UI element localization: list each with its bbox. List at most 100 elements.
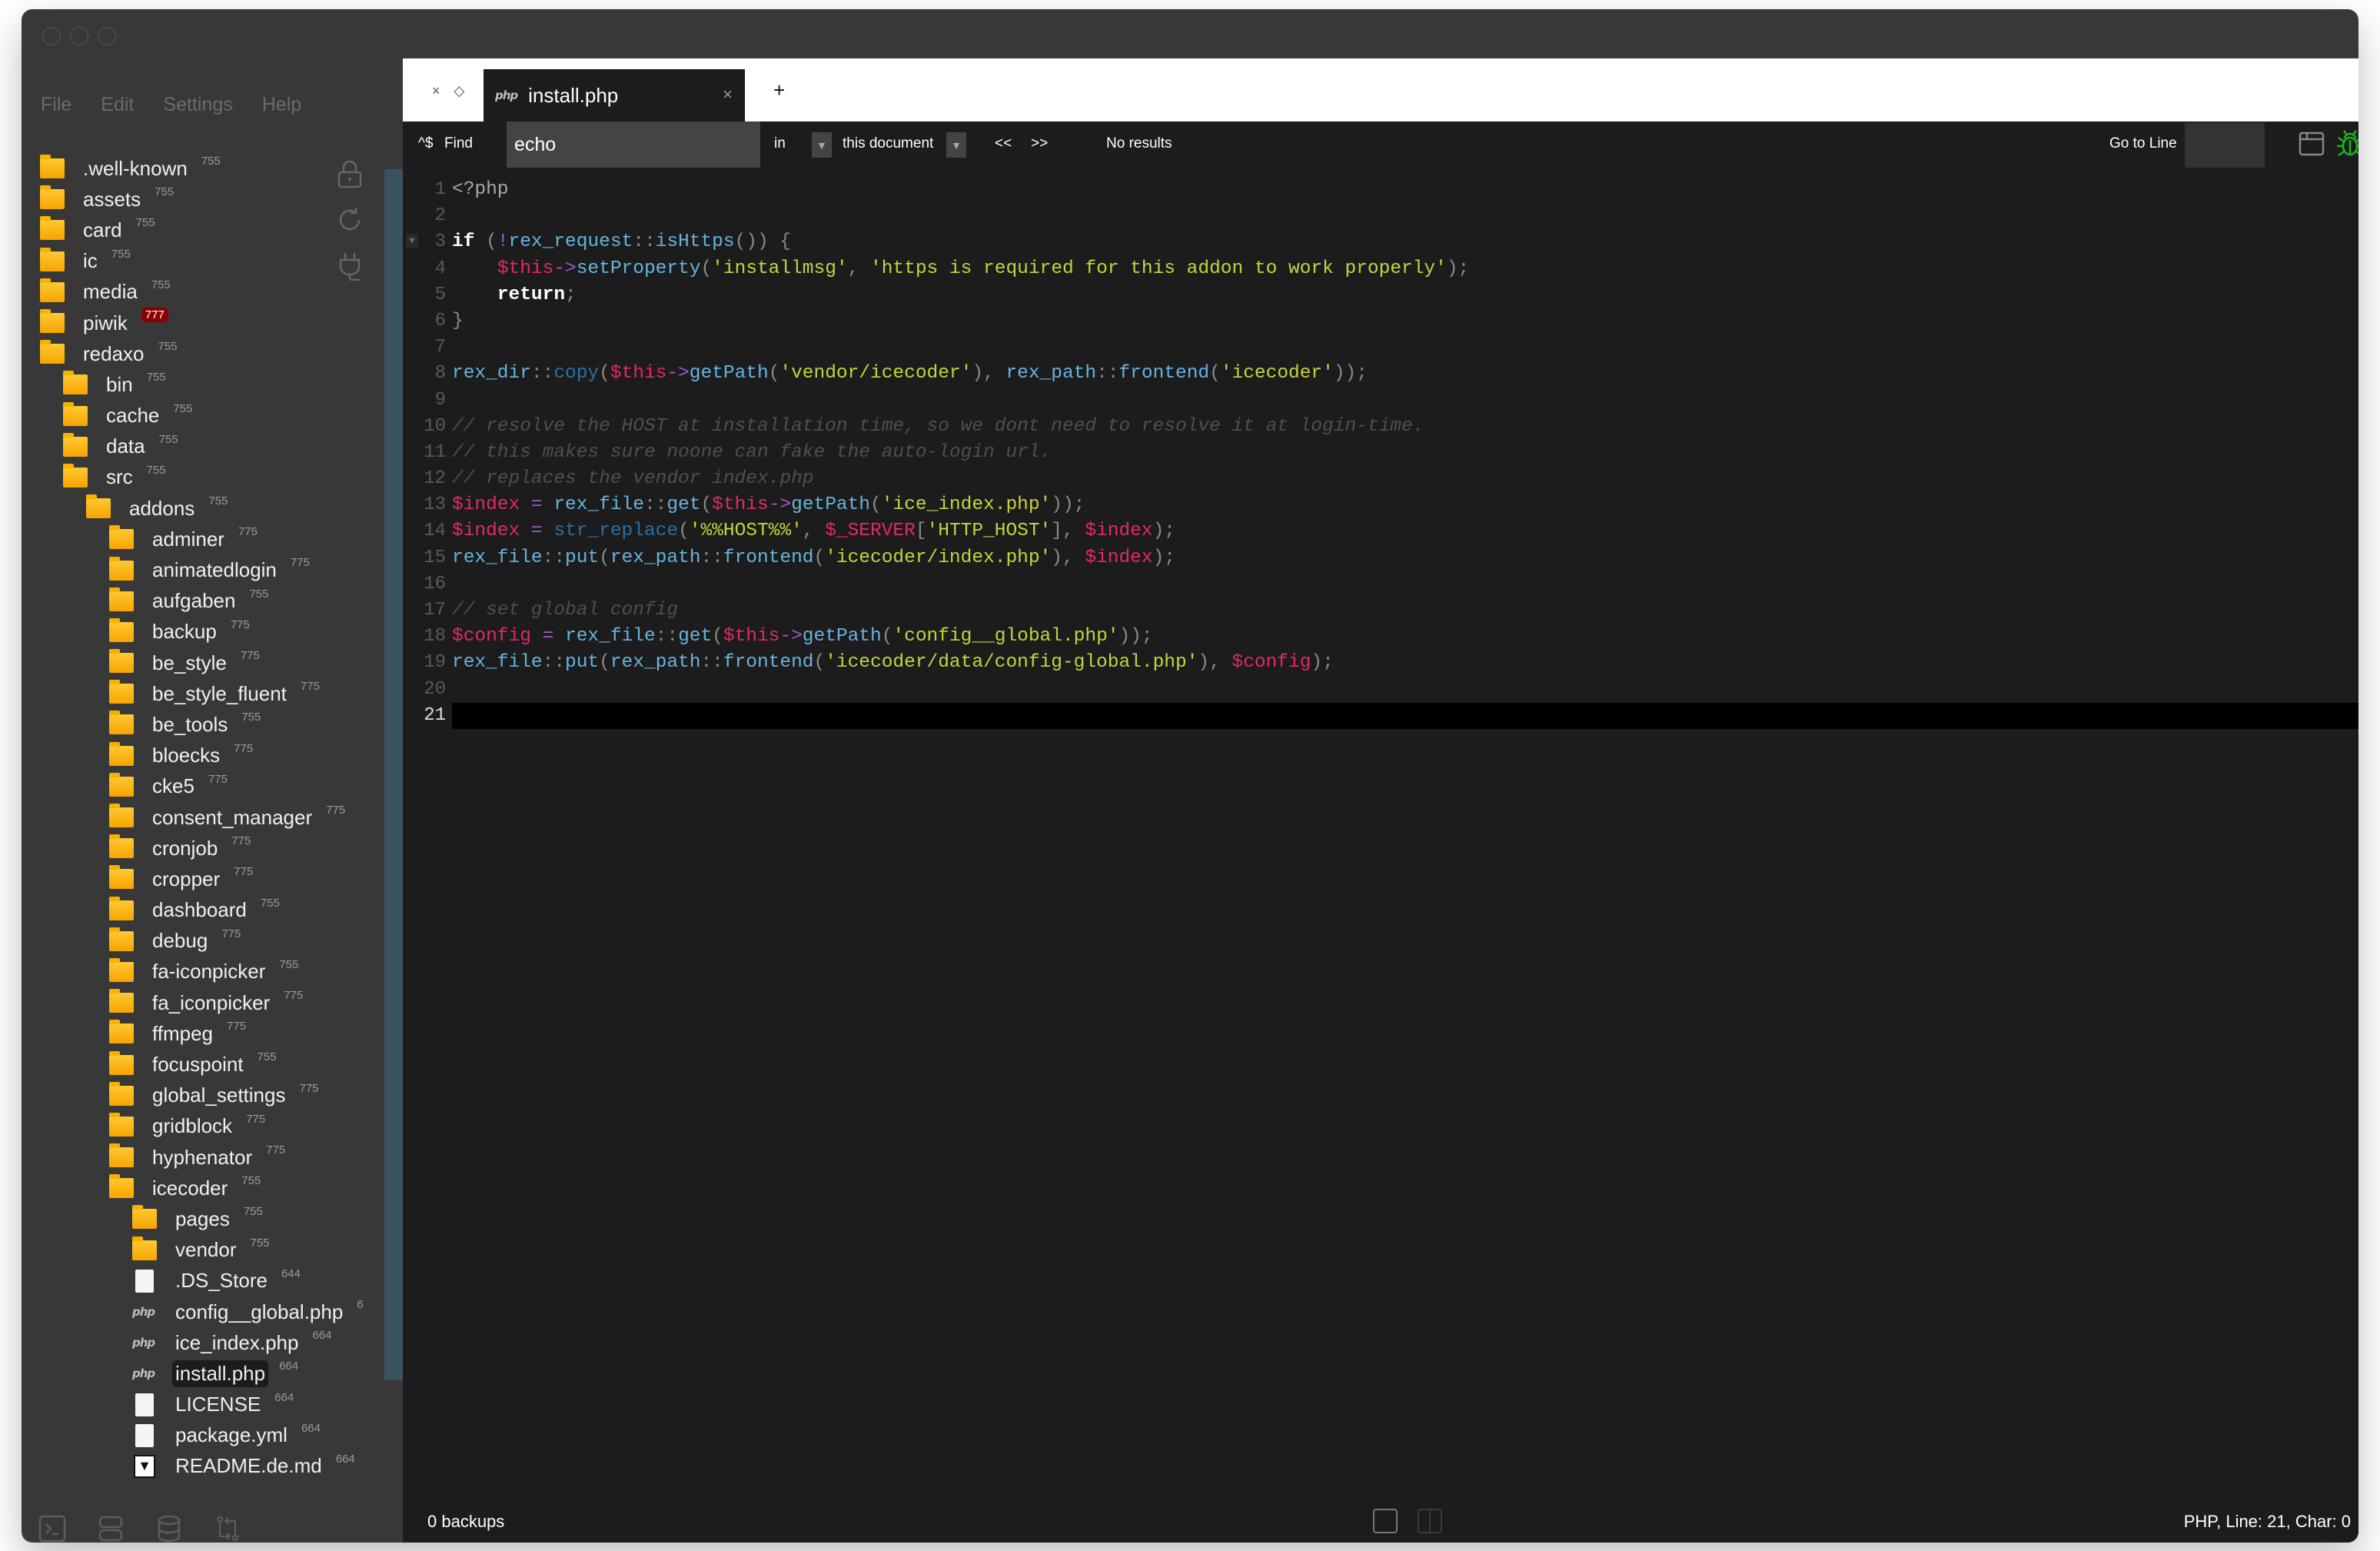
find-scope-dropdown[interactable]: ▼ <box>946 132 966 158</box>
tree-folder[interactable]: cke5775 <box>22 771 383 802</box>
tree-folder[interactable]: be_style_fluent775 <box>22 678 383 709</box>
browser-window-icon[interactable] <box>2299 131 2325 157</box>
close-all-tabs-icon[interactable]: × <box>432 83 440 99</box>
tree-folder[interactable]: adminer775 <box>22 524 383 554</box>
sidebar-vertical-scrollbar[interactable] <box>384 169 403 1380</box>
tree-folder[interactable]: ic755 <box>22 246 383 277</box>
find-previous-button[interactable]: << <box>995 135 1012 152</box>
code-line[interactable]: 19rex_file::put(rex_path::frontend('icec… <box>403 650 2358 676</box>
tree-folder[interactable]: aufgaben755 <box>22 586 383 617</box>
tree-folder[interactable]: debug775 <box>22 926 383 957</box>
tree-folder[interactable]: fa-iconpicker755 <box>22 957 383 987</box>
tree-folder[interactable]: ffmpeg775 <box>22 1018 383 1049</box>
tree-folder[interactable]: animatedlogin775 <box>22 554 383 585</box>
tree-folder[interactable]: cronjob775 <box>22 833 383 864</box>
code-line[interactable]: 10// resolve the HOST at installation ti… <box>403 414 2358 440</box>
tree-folder[interactable]: hyphenator775 <box>22 1142 383 1173</box>
split-view-icon[interactable] <box>1418 1509 1442 1533</box>
code-line[interactable]: 18$config = rex_file::get($this->getPath… <box>403 624 2358 650</box>
tree-folder[interactable]: consent_manager775 <box>22 802 383 833</box>
tree-folder[interactable]: cropper775 <box>22 864 383 894</box>
code-line[interactable]: 7 <box>403 334 2358 361</box>
terminal-icon[interactable] <box>38 1515 66 1543</box>
maximize-window-button[interactable] <box>98 27 116 45</box>
tree-folder[interactable]: global_settings775 <box>22 1080 383 1111</box>
tree-folder[interactable]: piwik777 <box>22 308 383 338</box>
code-line[interactable]: 21 <box>403 703 2358 729</box>
find-next-button[interactable]: >> <box>1031 135 1048 152</box>
regex-toggle[interactable]: ^$ <box>418 135 433 152</box>
close-tab-icon[interactable]: × <box>723 85 733 105</box>
git-icon[interactable] <box>214 1515 241 1543</box>
code-line[interactable]: 5 return; <box>403 282 2358 308</box>
tree-file[interactable]: LICENSE664 <box>22 1390 383 1420</box>
database-icon[interactable] <box>155 1515 183 1543</box>
menu-edit[interactable]: Edit <box>101 94 134 116</box>
code-line[interactable]: 15rex_file::put(rex_path::frontend('icec… <box>403 545 2358 571</box>
tree-folder[interactable]: .well-known755 <box>22 153 383 184</box>
tree-folder[interactable]: fa_iconpicker775 <box>22 987 383 1018</box>
tree-file[interactable]: package.yml664 <box>22 1420 383 1451</box>
find-scope-select[interactable]: this document <box>843 135 933 152</box>
tree-folder[interactable]: cache755 <box>22 401 383 431</box>
go-to-line-input[interactable] <box>2185 123 2265 168</box>
menu-settings[interactable]: Settings <box>163 94 232 116</box>
tree-file[interactable]: phpconfig__global.php6 <box>22 1296 383 1327</box>
tree-item-name: be_tools <box>149 711 231 738</box>
backups-count[interactable]: 0 backups <box>427 1512 504 1532</box>
tree-folder[interactable]: pages755 <box>22 1203 383 1234</box>
code-line[interactable]: 4 $this->setProperty('installmsg', 'http… <box>403 256 2358 282</box>
tree-folder[interactable]: redaxo755 <box>22 338 383 369</box>
tree-folder[interactable]: focuspoint755 <box>22 1049 383 1080</box>
tree-folder[interactable]: src755 <box>22 462 383 493</box>
code-line[interactable]: 12// replaces the vendor index.php <box>403 466 2358 492</box>
menu-help[interactable]: Help <box>262 94 301 116</box>
code-line[interactable]: 20 <box>403 677 2358 703</box>
minimize-window-button[interactable] <box>70 27 88 45</box>
code-line[interactable]: 6} <box>403 308 2358 334</box>
code-token: frontend <box>723 548 814 568</box>
tree-file[interactable]: phpice_index.php664 <box>22 1327 383 1358</box>
tree-folder[interactable]: card755 <box>22 215 383 245</box>
code-line[interactable]: 1<?php <box>403 177 2358 203</box>
close-window-button[interactable] <box>42 27 61 45</box>
tree-file[interactable]: phpinstall.php664 <box>22 1358 383 1389</box>
tree-folder[interactable]: gridblock775 <box>22 1111 383 1142</box>
tree-folder[interactable]: icecoder755 <box>22 1173 383 1203</box>
sort-tabs-icon[interactable]: ◇ <box>454 83 465 99</box>
tree-folder[interactable]: addons755 <box>22 493 383 524</box>
single-view-icon[interactable] <box>1373 1509 1398 1533</box>
find-input[interactable] <box>507 121 760 168</box>
tree-folder[interactable]: dashboard755 <box>22 895 383 926</box>
tree-folder[interactable]: bloecks775 <box>22 741 383 771</box>
tree-folder[interactable]: be_tools755 <box>22 709 383 740</box>
tab-install-php[interactable]: php install.php × <box>484 69 745 121</box>
find-mode-dropdown[interactable]: ▼ <box>812 132 832 158</box>
tree-folder[interactable]: bin755 <box>22 369 383 400</box>
code-editor[interactable]: 1<?php23if (!rex_request::isHttps()) {4 … <box>403 177 2358 729</box>
code-line[interactable]: 8rex_dir::copy($this->getPath('vendor/ic… <box>403 361 2358 387</box>
refresh-icon[interactable] <box>337 205 363 235</box>
bug-icon[interactable] <box>2335 129 2358 158</box>
tree-folder[interactable]: assets755 <box>22 184 383 215</box>
code-line[interactable]: 3if (!rex_request::isHttps()) { <box>403 229 2358 255</box>
tree-file[interactable]: .DS_Store644 <box>22 1266 383 1296</box>
plug-icon[interactable] <box>337 251 363 281</box>
code-line[interactable]: 9 <box>403 388 2358 414</box>
code-line[interactable]: 13$index = rex_file::get($this->getPath(… <box>403 492 2358 518</box>
code-line[interactable]: 14$index = str_replace('%%HOST%%', $_SER… <box>403 518 2358 544</box>
tree-folder[interactable]: data755 <box>22 431 383 462</box>
tree-folder[interactable]: backup775 <box>22 617 383 647</box>
code-line[interactable]: 2 <box>403 203 2358 229</box>
tree-folder[interactable]: media755 <box>22 277 383 308</box>
lock-icon[interactable] <box>337 159 363 188</box>
code-line[interactable]: 11// this makes sure noone can fake the … <box>403 440 2358 466</box>
tree-folder[interactable]: be_style775 <box>22 647 383 678</box>
code-line[interactable]: 17// set global config <box>403 597 2358 624</box>
tree-folder[interactable]: vendor755 <box>22 1235 383 1266</box>
tree-file[interactable]: ▼README.de.md664 <box>22 1451 383 1482</box>
menu-file[interactable]: File <box>41 94 71 116</box>
new-tab-button[interactable]: + <box>773 78 785 102</box>
code-line[interactable]: 16 <box>403 571 2358 597</box>
output-icon[interactable] <box>97 1515 125 1543</box>
